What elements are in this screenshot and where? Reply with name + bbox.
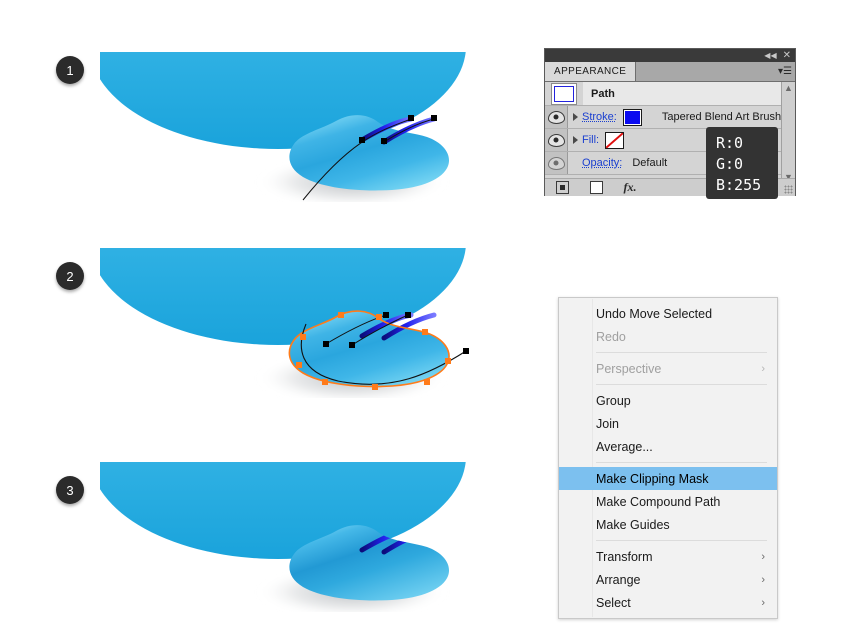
add-new-stroke-icon[interactable] — [545, 181, 579, 194]
rgb-color-tooltip: R:0 G:0 B:255 — [706, 127, 778, 199]
step-badge-1: 1 — [56, 56, 84, 84]
menu-item-perspective: Perspective › — [559, 357, 777, 380]
tab-appearance[interactable]: APPEARANCE — [545, 62, 637, 81]
menu-item-label: Make Compound Path — [596, 494, 721, 509]
stroke-label[interactable]: Stroke: — [582, 111, 617, 123]
visibility-toggle-fill[interactable] — [545, 129, 568, 151]
stroke-color-swatch[interactable] — [622, 108, 642, 126]
chevron-right-icon: › — [761, 596, 765, 609]
anchor-point — [381, 138, 387, 144]
collapse-double-arrow-icon[interactable]: ◀◀ — [764, 51, 776, 60]
add-new-fill-icon[interactable] — [579, 181, 613, 194]
menu-separator — [596, 540, 767, 541]
menu-item-label: Make Guides — [596, 517, 670, 532]
fill-label[interactable]: Fill: — [582, 134, 599, 146]
add-new-effect-icon[interactable]: fx. — [613, 180, 647, 195]
stroke-brush-label: Tapered Blend Art Brush — [661, 111, 782, 123]
panel-tab-row[interactable]: APPEARANCE ▾☰ — [545, 62, 795, 82]
rgb-red-value: R:0 — [716, 134, 744, 152]
menu-item-make-compound-path[interactable]: Make Compound Path — [559, 490, 777, 513]
object-type-label: Path — [591, 87, 615, 100]
panel-scrollbar[interactable]: ▲ ▼ — [781, 82, 795, 183]
anchor-point — [408, 115, 414, 121]
visibility-toggle-stroke[interactable] — [545, 106, 568, 128]
step-badge-3-label: 3 — [66, 482, 74, 498]
step-badge-1-label: 1 — [66, 62, 74, 78]
menu-item-redo: Redo — [559, 325, 777, 348]
menu-item-label: Perspective — [596, 361, 662, 376]
menu-item-label: Group — [596, 393, 631, 408]
menu-item-label: Select — [596, 595, 631, 610]
expand-triangle-icon[interactable] — [573, 136, 578, 144]
menu-item-join[interactable]: Join — [559, 412, 777, 435]
fill-none-swatch[interactable] — [605, 131, 625, 149]
resize-grip-icon[interactable] — [784, 185, 793, 194]
rgb-blue-value: B:255 — [716, 176, 762, 194]
appearance-object-row[interactable]: Path — [545, 82, 795, 106]
menu-item-undo-move-selected[interactable]: Undo Move Selected — [559, 302, 777, 325]
menu-separator — [596, 462, 767, 463]
menu-item-average[interactable]: Average... — [559, 435, 777, 458]
chevron-right-icon: › — [761, 573, 765, 586]
opacity-label[interactable]: Opacity: — [582, 157, 622, 169]
panel-titlebar[interactable]: ◀◀ ✕ — [545, 49, 795, 62]
rgb-green-value: G:0 — [716, 155, 744, 173]
menu-item-label: Redo — [596, 329, 626, 344]
expand-triangle-icon[interactable] — [573, 113, 578, 121]
menu-item-make-clipping-mask[interactable]: Make Clipping Mask — [559, 467, 777, 490]
appearance-row-stroke[interactable]: Stroke: Tapered Blend Art Brush — [545, 106, 795, 129]
context-menu[interactable]: Undo Move Selected Redo Perspective › Gr… — [558, 297, 778, 619]
anchor-point — [431, 115, 437, 121]
menu-item-label: Transform — [596, 549, 653, 564]
close-icon[interactable]: ✕ — [783, 50, 791, 60]
menu-item-make-guides[interactable]: Make Guides — [559, 513, 777, 536]
object-thumbnail — [545, 82, 583, 105]
menu-item-label: Undo Move Selected — [596, 306, 713, 321]
anchor-point — [359, 137, 365, 143]
chevron-right-icon: › — [761, 550, 765, 563]
menu-item-label: Make Clipping Mask — [596, 471, 709, 486]
menu-item-label: Average... — [596, 439, 653, 454]
opacity-value: Default — [632, 157, 668, 169]
menu-item-label: Join — [596, 416, 619, 431]
step-2-illustration — [100, 248, 500, 398]
step-3-illustration — [100, 462, 500, 612]
menu-separator — [596, 352, 767, 353]
menu-item-label: Arrange — [596, 572, 641, 587]
chevron-right-icon: › — [761, 362, 765, 375]
step-1-illustration — [100, 52, 500, 202]
menu-item-group[interactable]: Group — [559, 389, 777, 412]
menu-item-select[interactable]: Select › — [559, 591, 777, 614]
tab-filler — [636, 62, 775, 81]
step-badge-3: 3 — [56, 476, 84, 504]
chevron-up-icon[interactable]: ▲ — [784, 82, 793, 94]
menu-item-arrange[interactable]: Arrange › — [559, 568, 777, 591]
panel-menu-icon[interactable]: ▾☰ — [775, 62, 795, 81]
step-badge-2: 2 — [56, 262, 84, 290]
menu-separator — [596, 384, 767, 385]
illustration-canvas: 1 2 3 ◀◀ ✕ APPEARANCE ▾☰ Path Stroke: Ta… — [0, 0, 850, 640]
tab-appearance-label: APPEARANCE — [554, 66, 627, 77]
step-badge-2-label: 2 — [66, 268, 74, 284]
menu-item-transform[interactable]: Transform › — [559, 545, 777, 568]
visibility-toggle-opacity[interactable] — [545, 152, 568, 174]
